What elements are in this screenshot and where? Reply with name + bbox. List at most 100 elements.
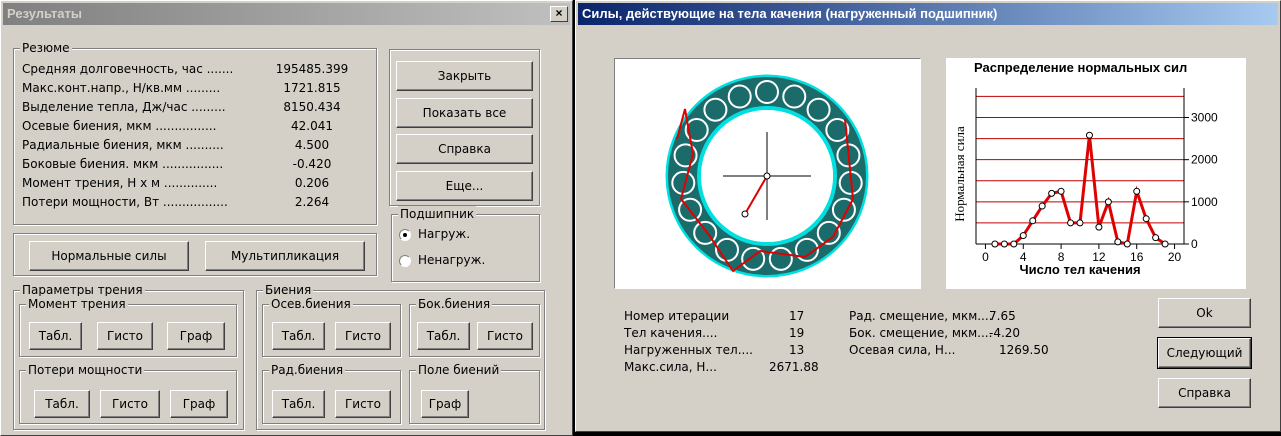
summary-row: Боковые биения. мкм ................ -0.4… <box>22 157 367 173</box>
radial-histo-button[interactable]: Гисто <box>335 390 391 418</box>
axial-runout-legend: Осев.биения <box>269 296 353 312</box>
lateral-histo-button[interactable]: Гисто <box>477 322 533 350</box>
data-point <box>1104 198 1112 206</box>
stat-value: 19 <box>789 326 805 340</box>
power-loss-table-button[interactable]: Табл. <box>34 390 90 418</box>
multiplication-button[interactable]: Мультипликация <box>205 241 365 271</box>
data-point <box>1038 202 1046 210</box>
summary-row: Осевые биения, мкм ................ 42.04… <box>22 119 367 135</box>
data-point <box>1085 131 1093 139</box>
summary-row: Макс.конт.напр., Н/кв.мм ......... 1721.8… <box>22 81 367 97</box>
stat-label: Макс.сила, Н... <box>624 360 717 374</box>
forces-titlebar: Силы, действующие на тела качения (нагру… <box>578 3 1278 25</box>
y-tick-label: 0 <box>1191 237 1198 251</box>
y-tick-label: 1000 <box>1191 195 1218 209</box>
summary-row: Радиальные биения, мкм .......... 4.500 <box>22 138 367 154</box>
stat-value: 7.65 <box>989 309 1016 323</box>
power-loss-legend: Потери мощности <box>26 362 145 378</box>
data-point <box>1019 232 1027 240</box>
bearing-legend: Подшипник <box>398 206 477 222</box>
unloaded-radio[interactable] <box>399 255 411 267</box>
results-title: Результаты <box>7 6 82 21</box>
data-point <box>1133 187 1141 195</box>
summary-row: Момент трения, Н х м .............. 0.206 <box>22 176 367 192</box>
more-button[interactable]: Еще... <box>396 171 533 201</box>
vector-end <box>741 210 749 218</box>
close-button[interactable]: Закрыть <box>396 61 533 91</box>
friction-moment-table-button[interactable]: Табл. <box>29 322 82 350</box>
x-tick-label: 20 <box>1168 250 1182 264</box>
friction-moment-graph-button[interactable]: Граф <box>167 322 225 350</box>
results-window: Результаты × Резюме Средняя долговечност… <box>0 0 573 436</box>
loaded-radio[interactable] <box>399 229 411 241</box>
friction-moment-histo-button[interactable]: Гисто <box>97 322 153 350</box>
data-point <box>991 240 999 248</box>
rolling-ball <box>782 84 807 109</box>
chart-title: Распределение нормальных сил <box>974 60 1187 75</box>
summary-row: Средняя долговечность, час ....... 195485… <box>22 62 367 78</box>
forces-window: Силы, действующие на тела качения (нагру… <box>575 0 1281 432</box>
summary-value: 2.264 <box>294 195 330 209</box>
radial-table-button[interactable]: Табл. <box>272 390 325 418</box>
rolling-ball <box>755 80 779 104</box>
data-point <box>1076 219 1084 227</box>
stat-label: Нагруженных тел.... <box>624 343 753 357</box>
stat-value: -4.20 <box>989 326 1021 340</box>
show-all-button[interactable]: Показать все <box>396 98 533 128</box>
normal-force-chart: 0 4 8 12 16 200100020003000Распределение норм… <box>952 60 1218 277</box>
summary-label: Момент трения, Н х м .............. <box>22 176 218 190</box>
power-loss-graph-button[interactable]: Граф <box>170 390 228 418</box>
runout-field-legend: Поле биений <box>416 362 502 378</box>
data-point <box>1029 217 1037 225</box>
help-button-right[interactable]: Справка <box>1158 378 1251 408</box>
summary-row: Выделение тепла, Дж/час ......... 8150.43… <box>22 100 367 116</box>
summary-label: Осевые биения, мкм ................ <box>22 119 217 133</box>
center-point <box>763 172 771 180</box>
radial-runout-group: Рад.биения Табл. Гисто <box>262 362 401 424</box>
y-tick-label: 2000 <box>1191 153 1218 167</box>
chart-panel: 0 4 8 12 16 20 0 1000 2000 3000 Распределение норм… <box>946 58 1246 289</box>
results-titlebar: Результаты × <box>3 3 570 25</box>
data-point <box>1067 219 1075 227</box>
summary-label: Выделение тепла, Дж/час ......... <box>22 100 226 114</box>
stat-value: 2671.88 <box>769 360 819 374</box>
stat-label: Тел качения.... <box>624 326 718 340</box>
close-icon[interactable]: × <box>550 6 568 22</box>
summary-value: 42.041 <box>291 119 333 133</box>
summary-legend: Резюме <box>20 40 72 56</box>
summary-value: 195485.399 <box>275 62 349 76</box>
forces-title: Силы, действующие на тела качения (нагру… <box>582 6 998 21</box>
lateral-runout-legend: Бок.биения <box>416 296 493 312</box>
loaded-label[interactable]: Нагруж. <box>418 227 470 242</box>
chart-ylabel: Нормальная сила <box>952 126 967 222</box>
bearing-drawing-panel <box>614 58 921 289</box>
y-tick-label: 3000 <box>1191 111 1218 125</box>
stat-value: 17 <box>789 309 805 323</box>
summary-label: Макс.конт.напр., Н/кв.мм ......... <box>22 81 221 95</box>
next-button[interactable]: Следующий <box>1157 337 1252 369</box>
summary-group: Резюме Средняя долговечность, час ......… <box>13 40 377 225</box>
summary-label: Средняя долговечность, час ....... <box>22 62 234 76</box>
stat-label: Бок. смещение, мкм.... <box>849 326 993 340</box>
friction-params-group: Параметры трения Момент трения Табл. Гис… <box>13 282 244 430</box>
radial-runout-legend: Рад.биения <box>269 362 346 378</box>
data-point <box>1000 240 1008 248</box>
summary-value: 4.500 <box>294 138 330 152</box>
lateral-table-button[interactable]: Табл. <box>417 322 470 350</box>
runout-field-graph-button[interactable]: Граф <box>421 390 469 418</box>
rolling-ball <box>806 97 831 122</box>
unloaded-label[interactable]: Ненагруж. <box>418 253 485 268</box>
normal-forces-button[interactable]: Нормальные силы <box>29 241 189 271</box>
help-button[interactable]: Справка <box>396 134 533 164</box>
data-point <box>1152 234 1160 242</box>
axial-histo-button[interactable]: Гисто <box>335 322 391 350</box>
axial-table-button[interactable]: Табл. <box>272 322 325 350</box>
power-loss-histo-button[interactable]: Гисто <box>100 390 160 418</box>
data-point <box>1161 240 1169 248</box>
data-point <box>1057 187 1065 195</box>
ok-button[interactable]: Ok <box>1158 298 1251 328</box>
summary-row: Потери мощности, Вт ................. 2.2… <box>22 195 367 211</box>
power-loss-group: Потери мощности Табл. Гисто Граф <box>19 362 237 424</box>
summary-label: Боковые биения. мкм ................ <box>22 157 224 171</box>
stat-label: Номер итерации <box>624 309 730 323</box>
